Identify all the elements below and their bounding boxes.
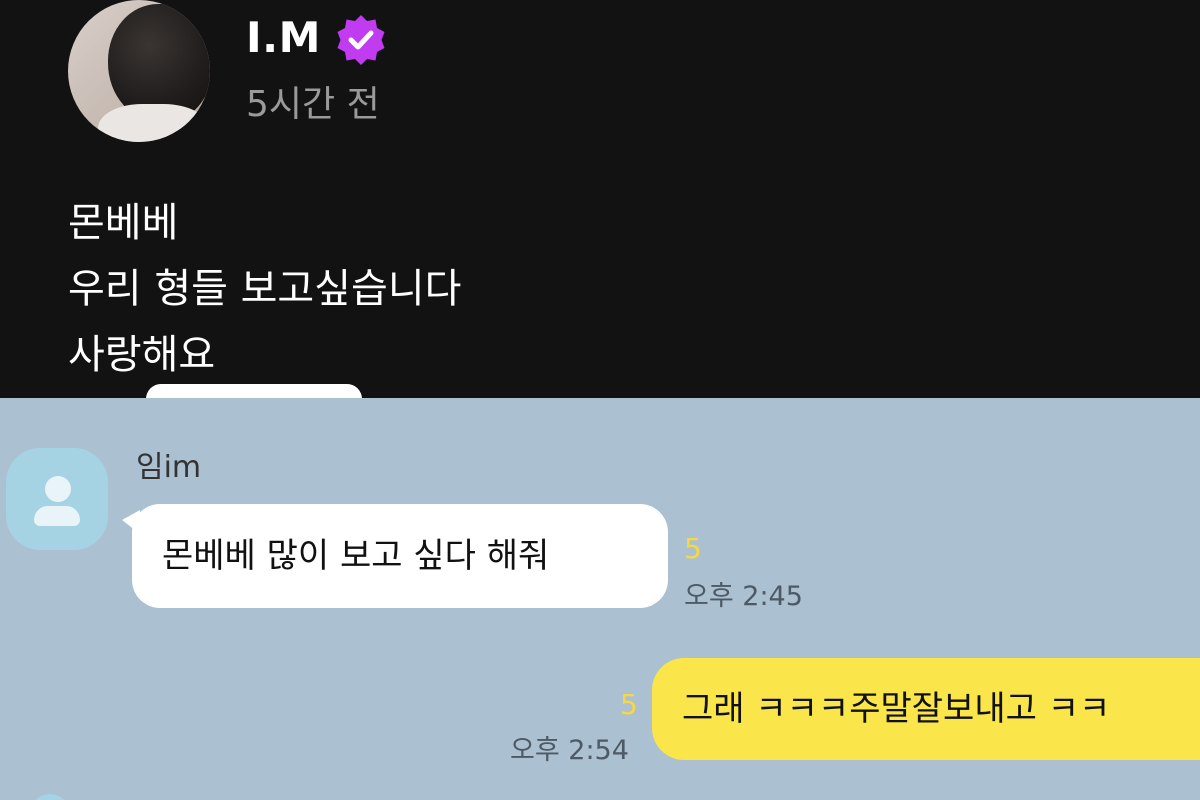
sender-avatar[interactable] (6, 448, 108, 550)
chat-panel: 임im 몬베베 많이 보고 싶다 해줘 5 오후 2:45 5 오후 2:54 … (0, 398, 1200, 800)
sender-name: 임im (136, 450, 202, 485)
message-time: 오후 2:45 (684, 581, 803, 612)
person-head-icon (45, 476, 71, 502)
person-body-icon (34, 506, 80, 526)
unread-count: 5 (684, 532, 702, 565)
post-line: 몬베베 (68, 200, 179, 246)
profile-avatar[interactable] (68, 0, 210, 142)
post-timestamp: 5시간 전 (246, 84, 380, 125)
bubble-tail (122, 510, 140, 534)
cropped-message-bubble (146, 384, 362, 398)
unread-count: 5 (620, 688, 638, 721)
outgoing-message-bubble[interactable]: 그래 ㅋㅋㅋ주말잘보내고 ㅋㅋ (652, 658, 1200, 760)
cropped-avatar (30, 794, 70, 800)
post-panel: I.M 5시간 전 몬베베 우리 형들 보고싶습니다 사랑해요 (0, 0, 1200, 398)
post-line: 사랑해요 (68, 332, 216, 378)
post-line: 우리 형들 보고싶습니다 (68, 266, 462, 312)
avatar-shirt-shape (98, 104, 208, 142)
incoming-message-bubble[interactable]: 몬베베 많이 보고 싶다 해줘 (122, 504, 668, 608)
post-author-name[interactable]: I.M (246, 10, 321, 66)
incoming-message-text: 몬베베 많이 보고 싶다 해줘 (162, 536, 550, 576)
verified-badge-icon (337, 15, 385, 65)
outgoing-message-text: 그래 ㅋㅋㅋ주말잘보내고 ㅋㅋ (682, 689, 1111, 729)
post-body: 몬베베 우리 형들 보고싶습니다 사랑해요 (68, 190, 461, 388)
message-time: 오후 2:54 (510, 735, 629, 766)
